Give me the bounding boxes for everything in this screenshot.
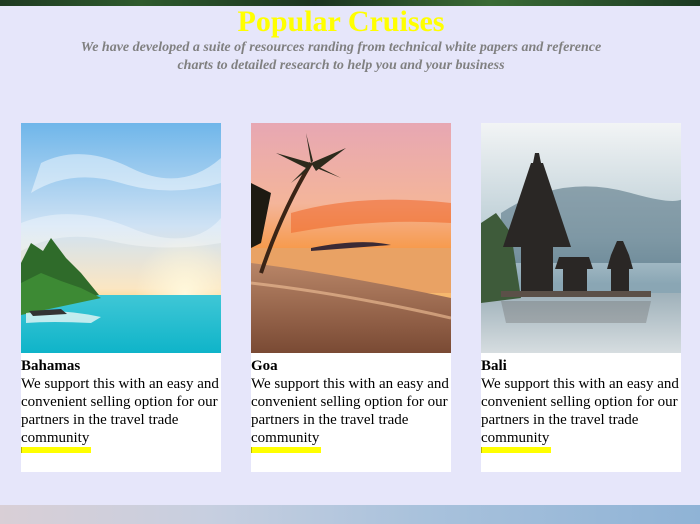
accent-bar [21,447,91,453]
cruise-title: Bali [481,358,507,374]
cruise-description: We support this with an easy and conveni… [481,376,679,446]
temple-on-lake-photo [481,123,681,353]
cruise-card-bahamas[interactable]: Bahamas We support this with an easy and… [21,123,221,472]
cruise-card-goa[interactable]: Goa We support this with an easy and con… [251,123,451,472]
cruise-description: We support this with an easy and conveni… [251,376,449,446]
accent-bar [251,447,321,453]
palm-beach-sunset-photo [251,123,451,353]
footer-background-strip [0,505,700,524]
cruise-card-bali[interactable]: Bali We support this with an easy and co… [481,123,681,472]
tropical-beach-sunset-photo [21,123,221,353]
cruise-title: Bahamas [21,358,81,374]
accent-bar [481,447,551,453]
page-title: Popular Cruises [237,5,445,38]
page-subtitle: We have developed a suite of resources r… [80,40,602,73]
cruise-title: Goa [251,358,278,374]
cruise-description: We support this with an easy and conveni… [21,376,219,446]
